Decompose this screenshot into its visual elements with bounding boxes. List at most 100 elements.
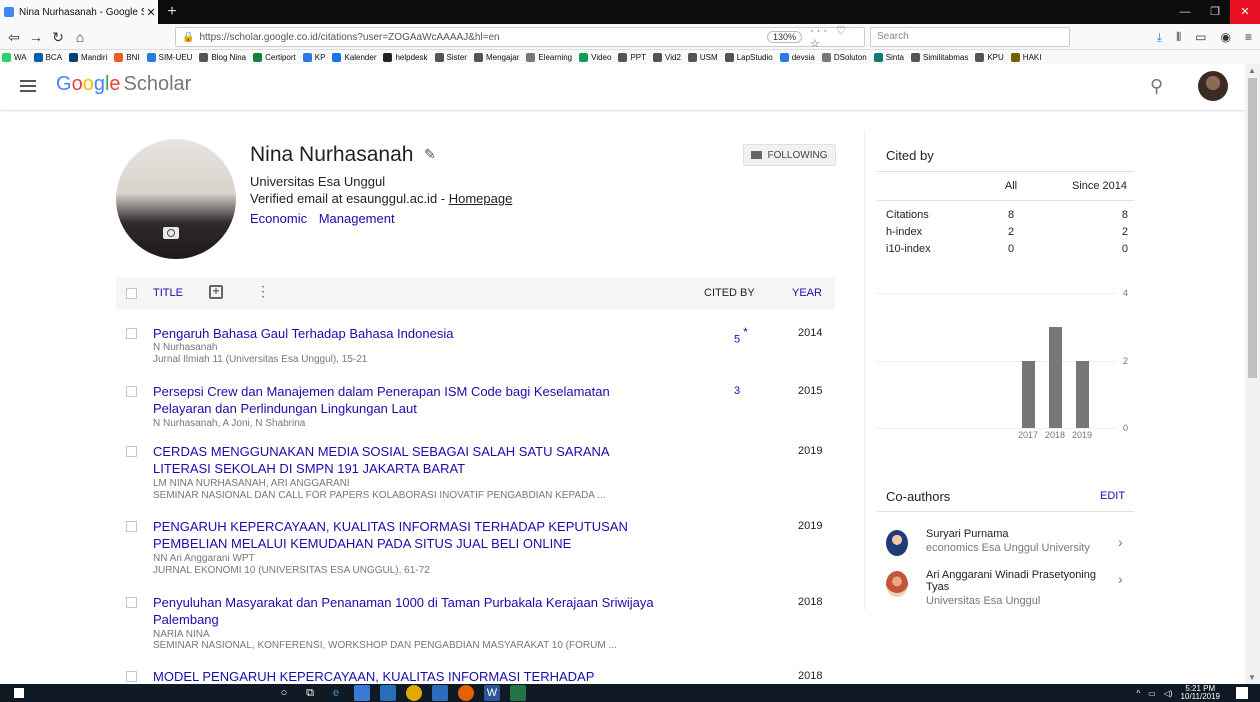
bookmark-item[interactable]: SIM-UEU	[146, 52, 192, 62]
word-icon[interactable]: W	[484, 685, 500, 701]
browser-tab[interactable]: Nina Nurhasanah - Google Sch ✕	[0, 0, 158, 24]
search-icon[interactable]: ⚲	[1150, 76, 1163, 97]
task-view-icon[interactable]: ⧉	[302, 685, 318, 701]
bookmark-item[interactable]: BCA	[33, 52, 62, 62]
bookmark-item[interactable]: devsia	[779, 52, 815, 62]
coauthor-item[interactable]: Suryari Purnama economics Esa Unggul Uni…	[886, 528, 1136, 558]
article-title-link[interactable]: Penyuluhan Masyarakat dan Penanaman 1000…	[153, 594, 698, 628]
reload-icon[interactable]: ↻	[48, 27, 68, 47]
row-checkbox[interactable]	[126, 446, 137, 457]
excel-icon[interactable]	[510, 685, 526, 701]
bookmark-item[interactable]: Sinta	[873, 52, 904, 62]
chart-bar[interactable]	[1049, 326, 1062, 428]
bookmark-item[interactable]: Kalender	[332, 52, 376, 62]
account-avatar[interactable]	[1198, 71, 1228, 101]
notifications-icon[interactable]	[1236, 687, 1248, 699]
windows-start-icon[interactable]	[14, 688, 24, 698]
chart-bar[interactable]	[1076, 360, 1089, 428]
bookmark-item[interactable]: Video	[579, 52, 611, 62]
bookmark-item[interactable]: KP	[302, 52, 325, 62]
bookmark-item[interactable]: Similitabmas	[911, 52, 968, 62]
article-title-link[interactable]: PENGARUH KEPERCAYAAN, KUALITAS INFORMASI…	[153, 518, 663, 552]
following-button[interactable]: FOLLOWING	[743, 144, 836, 166]
camera-icon[interactable]	[163, 227, 179, 239]
bookmark-item[interactable]: USM	[687, 52, 718, 62]
volume-icon[interactable]: ◁)	[1164, 689, 1173, 698]
page-scrollbar[interactable]: ▲ ▼	[1245, 64, 1260, 684]
network-icon[interactable]: ▭	[1148, 689, 1156, 698]
google-scholar-logo[interactable]: Google Scholar	[56, 73, 191, 96]
row-checkbox[interactable]	[126, 386, 137, 397]
article-title-link[interactable]: CERDAS MENGGUNAKAN MEDIA SOSIAL SEBAGAI …	[153, 443, 643, 477]
close-window-icon[interactable]: ✕	[1230, 0, 1260, 24]
firefox-icon[interactable]	[458, 685, 474, 701]
article-title-link[interactable]: Pengaruh Bahasa Gaul Terhadap Bahasa Ind…	[153, 325, 713, 342]
extension-icon[interactable]: ◉	[1221, 27, 1231, 47]
page-actions-icon[interactable]: ··· ♡ ☆	[810, 24, 864, 50]
forward-icon[interactable]: →	[26, 27, 46, 47]
sort-by-year[interactable]: YEAR	[792, 287, 822, 299]
scroll-up-icon[interactable]: ▲	[1248, 66, 1256, 75]
sidebar-icon[interactable]: ▭	[1195, 27, 1206, 47]
cited-by-link[interactable]: 3	[734, 385, 764, 397]
scrollbar-thumb[interactable]	[1248, 78, 1257, 378]
bookmark-item[interactable]: HAKI	[1010, 52, 1041, 62]
zoom-level[interactable]: 130%	[766, 31, 802, 43]
scroll-down-icon[interactable]: ▼	[1248, 673, 1256, 682]
row-checkbox[interactable]	[126, 597, 137, 608]
bookmark-item[interactable]: Blog Nina	[199, 52, 246, 62]
edit-icon[interactable]: ✎	[424, 146, 436, 163]
menu-icon[interactable]: ≡	[1245, 27, 1252, 47]
system-clock[interactable]: 5:21 PM 10/11/2019	[1181, 685, 1220, 701]
new-tab-button[interactable]: +	[162, 2, 182, 22]
profile-photo[interactable]	[116, 139, 236, 259]
edge-icon[interactable]: e	[328, 685, 344, 701]
homepage-link[interactable]: Homepage	[449, 191, 513, 206]
select-all-checkbox[interactable]	[126, 288, 137, 299]
row-checkbox[interactable]	[126, 671, 137, 682]
store-icon[interactable]	[380, 685, 396, 701]
interest-link[interactable]: Management	[319, 211, 395, 226]
chrome-icon[interactable]	[406, 685, 422, 701]
bookmark-item[interactable]: Elearning	[526, 52, 572, 62]
add-article-icon[interactable]: +	[209, 285, 223, 299]
url-bar[interactable]: 🔒 https://scholar.google.co.id/citations…	[175, 24, 865, 50]
bookmark-item[interactable]: LapStudio	[724, 52, 773, 62]
bookmark-item[interactable]: DSoluton	[821, 52, 867, 62]
library-icon[interactable]: ⫴	[1176, 27, 1181, 47]
back-icon[interactable]: ⇦	[4, 27, 24, 47]
hamburger-menu-icon[interactable]	[20, 80, 36, 92]
bookmark-item[interactable]: helpdesk	[383, 52, 428, 62]
bookmark-item[interactable]: WA	[2, 52, 27, 62]
cortana-icon[interactable]: ○	[276, 685, 292, 701]
minimize-icon[interactable]: —	[1170, 0, 1200, 24]
bookmark-item[interactable]: Vid2	[653, 52, 681, 62]
tab-close-icon[interactable]: ✕	[144, 6, 158, 19]
more-options-icon[interactable]: ⋮	[256, 283, 270, 300]
sort-by-title[interactable]: TITLE	[153, 287, 183, 299]
bookmark-item[interactable]: KPU	[975, 52, 1004, 62]
bookmark-item[interactable]: PPT	[618, 52, 646, 62]
bookmark-item[interactable]: Mengajar	[473, 52, 519, 62]
home-icon[interactable]: ⌂	[70, 27, 90, 47]
file-explorer-icon[interactable]	[354, 685, 370, 701]
interest-link[interactable]: Economic	[250, 211, 307, 226]
article-title-link[interactable]: MODEL PENGARUH KEPERCAYAAN, KUALITAS INF…	[153, 668, 698, 685]
bookmark-item[interactable]: BNI	[114, 52, 140, 62]
sort-by-cited[interactable]: CITED BY	[704, 287, 755, 299]
article-title-link[interactable]: Persepsi Crew dan Manajemen dalam Penera…	[153, 383, 643, 417]
browser-search-input[interactable]: Search	[870, 27, 1070, 47]
maximize-icon[interactable]: ❐	[1200, 0, 1230, 24]
bookmark-item[interactable]: Certiport	[253, 52, 296, 62]
download-icon[interactable]: ⤓	[1157, 27, 1162, 47]
chart-bar[interactable]	[1022, 360, 1035, 428]
row-checkbox[interactable]	[126, 328, 137, 339]
bookmark-item[interactable]: Sister	[434, 52, 467, 62]
coauthor-item[interactable]: Ari Anggarani Winadi Prasetyoning Tyas U…	[886, 569, 1136, 609]
coauthors-edit-link[interactable]: EDIT	[1100, 490, 1125, 502]
tray-expand-icon[interactable]: ^	[1136, 689, 1140, 698]
cited-by-link[interactable]: 5*	[734, 325, 764, 346]
bookmark-item[interactable]: Mandiri	[69, 52, 107, 62]
mail-app-icon[interactable]	[432, 685, 448, 701]
row-checkbox[interactable]	[126, 521, 137, 532]
